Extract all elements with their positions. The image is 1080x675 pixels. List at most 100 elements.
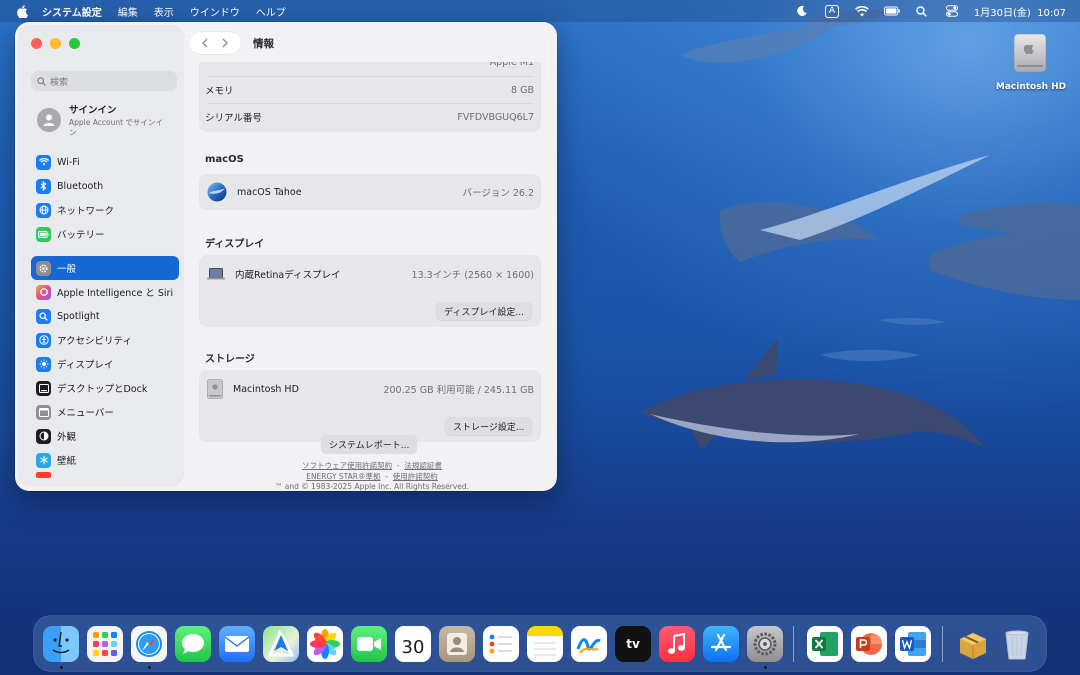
macos-section-title: macOS [205,154,244,165]
appstore-icon[interactable] [703,626,739,662]
dock-separator [942,626,943,662]
zoom-button[interactable] [69,38,80,49]
hard-drive-icon [207,379,223,399]
globe-icon [36,202,51,218]
menubar-clock[interactable]: 1月30日(金) 10:07 [974,4,1066,19]
macos-card: macOS Tahoe バージョン 26.2 [199,174,541,210]
safari-icon[interactable] [131,626,167,662]
battery-status-icon[interactable] [883,4,900,18]
contacts-icon[interactable] [439,626,475,662]
macintosh-hd-label[interactable]: Macintosh HD [990,82,1072,92]
battery-icon [36,226,51,242]
excel-icon[interactable] [807,626,843,662]
input-method-icon[interactable]: A [824,4,840,18]
sidebar: 検索 サインイン Apple Account でサインイン Wi-Fi Blue… [19,26,183,485]
sidebar-item-label: Wi-Fi [57,156,80,168]
storage-settings-button[interactable]: ストレージ設定... [445,417,533,435]
spotlight-search-icon[interactable] [914,4,930,18]
sidebar-item-desktop-dock[interactable]: デスクトップとDock [31,376,179,400]
macos-row: macOS Tahoe バージョン 26.2 [199,174,541,210]
control-center-icon[interactable] [944,4,960,18]
sidebar-item-network[interactable]: ネットワーク [31,198,179,222]
sidebar-item-apple-intelligence[interactable]: Apple Intelligence と Siri [31,280,179,304]
word-icon[interactable] [895,626,931,662]
running-indicator [60,666,63,669]
gear-icon [36,260,51,276]
sidebar-item-wallpaper[interactable]: 壁紙 [31,448,179,472]
sidebar-item-display[interactable]: ディスプレイ [31,352,179,376]
menubar-icon [36,404,51,420]
sidebar-item-label: メニューバー [57,408,114,419]
apple-menu-icon[interactable] [14,4,30,18]
facetime-icon[interactable] [351,626,387,662]
search-field[interactable]: 検索 [31,71,177,91]
energy-star-link[interactable]: ENERGY STAR®準拠 [306,472,380,481]
maps-icon[interactable] [263,626,299,662]
sidebar-item-wifi[interactable]: Wi-Fi [31,150,179,174]
focus-moon-icon[interactable] [794,4,810,18]
menu-edit[interactable]: 編集 [118,4,138,19]
music-icon[interactable] [659,626,695,662]
search-placeholder: 検索 [50,77,69,88]
regulatory-link[interactable]: 法規認証書 [404,461,442,470]
sidebar-item-menubar[interactable]: メニューバー [31,400,179,424]
menu-app-name[interactable]: システム設定 [42,4,102,19]
sidebar-item-spotlight[interactable]: Spotlight [31,304,179,328]
license-agreement-link[interactable]: 使用許諾契約 [393,472,438,481]
appearance-icon [36,428,51,444]
macos-name: macOS Tahoe [237,186,302,198]
calendar-icon[interactable]: 30 [395,626,431,662]
notes-icon[interactable] [527,626,563,662]
sidebar-item-label: ネットワーク [57,206,115,217]
sidebar-item-label: Spotlight [57,310,100,322]
signin-title: サインイン [69,105,117,116]
freeform-icon[interactable] [571,626,607,662]
calendar-day: 30 [401,636,425,658]
sidebar-item-bluetooth[interactable]: Bluetooth [31,174,179,198]
display-name: 内蔵Retinaディスプレイ [235,270,341,281]
mail-icon[interactable] [219,626,255,662]
spec-key: メモリ [205,86,234,97]
menu-view[interactable]: 表示 [154,4,174,19]
sidebar-item-label: 外観 [57,432,77,443]
back-chevron-icon[interactable] [201,38,209,48]
software-license-link[interactable]: ソフトウェア使用許諾契約 [302,461,392,470]
system-report-button[interactable]: システムレポート... [321,435,418,453]
avatar [37,108,61,132]
snowflake-icon [36,452,51,468]
trash-icon[interactable] [999,626,1035,662]
sidebar-item-general[interactable]: 一般 [31,256,179,280]
forward-chevron-icon[interactable] [221,38,229,48]
window-controls [31,38,80,49]
appletv-icon[interactable]: tv [615,626,651,662]
wifi-status-icon[interactable] [854,4,870,18]
signin-row[interactable]: サインイン Apple Account でサインイン [37,102,177,138]
messages-icon[interactable] [175,626,211,662]
system-settings-icon[interactable] [747,626,783,662]
menu-help[interactable]: ヘルプ [256,4,286,19]
macintosh-hd-drive-icon[interactable] [1013,33,1047,73]
photos-icon[interactable] [307,626,343,662]
installer-icon[interactable] [955,626,991,662]
minimize-button[interactable] [50,38,61,49]
copyright-text: ™ and © 1983-2025 Apple Inc. All Rights … [274,482,470,491]
sidebar-item-appearance[interactable]: 外観 [31,424,179,448]
bluetooth-icon [36,178,51,194]
powerpoint-icon[interactable] [851,626,887,662]
macos-logo-icon [207,182,227,202]
sidebar-item-accessibility[interactable]: アクセシビリティ [31,328,179,352]
reminders-icon[interactable] [483,626,519,662]
sidebar-item-battery[interactable]: バッテリー [31,222,179,246]
spec-value[interactable]: FVFDVBGUQ6L7 [457,112,534,123]
menu-window[interactable]: ウインドウ [190,4,240,19]
sidebar-item-label: Apple Intelligence と Siri [57,288,174,299]
launchpad-icon[interactable] [87,626,123,662]
sidebar-item-label: 壁紙 [57,456,77,467]
footer-links-1: ソフトウェア使用許諾契約 - 法規認証書 [187,460,557,471]
close-button[interactable] [31,38,42,49]
spec-row-serial: シリアル番号 FVFDVBGUQ6L7 [199,103,541,131]
display-settings-button[interactable]: ディスプレイ設定... [436,302,532,320]
signin-subtitle: Apple Account でサインイン [69,118,163,137]
finder-icon[interactable] [43,626,79,662]
sidebar-item-partial[interactable] [31,472,179,485]
